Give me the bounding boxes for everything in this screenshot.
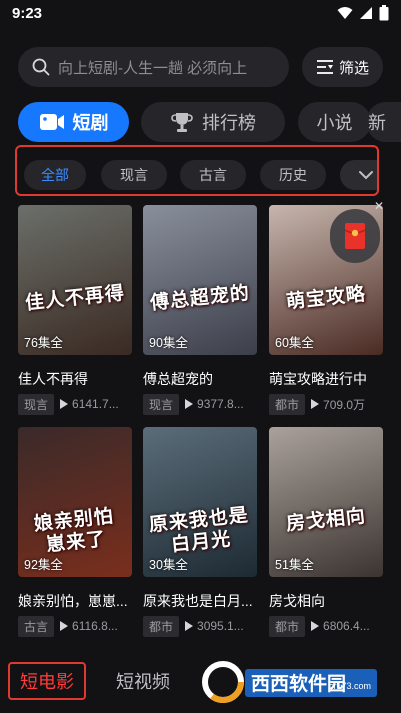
play-icon bbox=[185, 621, 194, 631]
play-count: 3095.1... bbox=[185, 619, 244, 633]
chevron-down-icon bbox=[359, 171, 373, 180]
search-input[interactable]: 向上短剧-人生一趟 必须向上 bbox=[18, 47, 289, 87]
search-icon bbox=[32, 58, 50, 76]
play-icon bbox=[311, 399, 320, 409]
drama-meta: 都市 3095.1... bbox=[143, 615, 257, 637]
genre-tag: 现言 bbox=[143, 393, 180, 415]
drama-meta: 现言 6141.7... bbox=[18, 393, 132, 415]
category-tabs: 短剧 排行榜 小说 新 bbox=[18, 102, 401, 142]
nav-short-video[interactable]: 短视频 bbox=[104, 662, 182, 700]
chip-history[interactable]: 历史 bbox=[260, 160, 326, 190]
wifi-icon bbox=[337, 7, 353, 19]
tab-label: 排行榜 bbox=[202, 113, 256, 133]
episode-count: 90集全 bbox=[149, 336, 188, 350]
filter-button[interactable]: 筛选 bbox=[302, 47, 383, 87]
tab-novel[interactable]: 小说 bbox=[298, 102, 371, 142]
drama-title[interactable]: 萌宝攻略进行中 bbox=[269, 369, 383, 389]
drama-poster[interactable]: 娘亲别怕 崽来了 92集全 bbox=[18, 427, 132, 577]
status-bar: 9:23 bbox=[0, 0, 401, 28]
watermark-site: cr173.com bbox=[329, 681, 371, 691]
play-count: 6141.7... bbox=[60, 397, 119, 411]
drama-title[interactable]: 房戈相向 bbox=[269, 591, 383, 611]
tab-label: 新 bbox=[368, 113, 386, 133]
play-count-value: 6116.8... bbox=[72, 619, 118, 633]
tab-ranking[interactable]: 排行榜 bbox=[141, 102, 285, 142]
play-count: 6806.4... bbox=[311, 619, 370, 633]
genre-tag: 都市 bbox=[269, 393, 306, 415]
play-count: 6116.8... bbox=[60, 619, 118, 633]
poster-title-art: 原来我也是白月光 bbox=[147, 503, 250, 557]
poster-title-art: 佳人不再得 bbox=[24, 281, 126, 315]
tab-short-drama[interactable]: 短剧 bbox=[18, 102, 129, 142]
watermark-logo: 西西软件园 cr173.com bbox=[202, 661, 377, 703]
nav-short-film[interactable]: 短电影 bbox=[8, 662, 86, 700]
drama-meta: 古言 6116.8... bbox=[18, 615, 132, 637]
drama-meta: 都市 709.0万 bbox=[269, 393, 383, 415]
drama-poster[interactable]: 原来我也是白月光 30集全 bbox=[143, 427, 257, 577]
tab-label: 短剧 bbox=[72, 113, 109, 133]
tab-new[interactable]: 新 bbox=[366, 102, 401, 142]
genre-filter-bar: 全部 现言 古言 历史 bbox=[15, 145, 379, 196]
drama-meta: 现言 9377.8... bbox=[143, 393, 257, 415]
status-time: 9:23 bbox=[12, 5, 43, 22]
poster-title-art: 房戈相向 bbox=[285, 504, 367, 536]
drama-title[interactable]: 娘亲别怕，崽崽... bbox=[18, 591, 132, 611]
trophy-icon bbox=[171, 113, 193, 132]
play-count-value: 6806.4... bbox=[323, 619, 370, 633]
play-count-value: 709.0万 bbox=[323, 397, 366, 412]
play-icon bbox=[185, 399, 194, 409]
episode-count: 30集全 bbox=[149, 558, 188, 572]
filter-label: 筛选 bbox=[338, 59, 369, 77]
poster-title-art: 傅总超宠的 bbox=[149, 281, 251, 315]
play-icon bbox=[60, 621, 69, 631]
tab-label: 小说 bbox=[316, 113, 353, 133]
play-count-value: 3095.1... bbox=[197, 619, 244, 633]
episode-count: 92集全 bbox=[24, 558, 63, 572]
play-count: 9377.8... bbox=[185, 397, 244, 411]
expand-genres-button[interactable] bbox=[340, 160, 377, 190]
drama-title[interactable]: 佳人不再得 bbox=[18, 369, 132, 389]
chip-ancient-romance[interactable]: 古言 bbox=[180, 160, 246, 190]
filter-icon bbox=[316, 60, 333, 74]
drama-poster[interactable]: 房戈相向 51集全 bbox=[269, 427, 383, 577]
chip-all[interactable]: 全部 bbox=[24, 160, 86, 190]
poster-title-art: 娘亲别怕 崽来了 bbox=[32, 504, 115, 557]
drama-title[interactable]: 傅总超宠的 bbox=[143, 369, 257, 389]
poster-title-art: 萌宝攻略 bbox=[285, 282, 367, 314]
drama-title[interactable]: 原来我也是白月... bbox=[143, 591, 257, 611]
drama-poster[interactable]: 佳人不再得 76集全 bbox=[18, 205, 132, 355]
play-count: 709.0万 bbox=[311, 396, 365, 413]
play-count-value: 9377.8... bbox=[197, 397, 244, 411]
search-placeholder: 向上短剧-人生一趟 必须向上 bbox=[58, 59, 248, 77]
drama-meta: 都市 6806.4... bbox=[269, 615, 383, 637]
genre-tag: 都市 bbox=[143, 615, 180, 637]
red-envelope-icon bbox=[344, 223, 366, 249]
chip-modern-romance[interactable]: 现言 bbox=[101, 160, 167, 190]
play-icon bbox=[311, 621, 320, 631]
play-icon bbox=[60, 399, 69, 409]
red-packet-button[interactable] bbox=[330, 209, 380, 263]
genre-tag: 古言 bbox=[18, 615, 55, 637]
genre-tag: 都市 bbox=[269, 615, 306, 637]
episode-count: 51集全 bbox=[275, 558, 314, 572]
close-icon[interactable]: ✕ bbox=[372, 199, 386, 213]
signal-icon bbox=[360, 7, 372, 19]
episode-count: 60集全 bbox=[275, 336, 314, 350]
video-camera-icon bbox=[39, 114, 64, 130]
play-count-value: 6141.7... bbox=[72, 397, 119, 411]
drama-poster[interactable]: 傅总超宠的 90集全 bbox=[143, 205, 257, 355]
genre-tag: 现言 bbox=[18, 393, 55, 415]
episode-count: 76集全 bbox=[24, 336, 63, 350]
battery-icon bbox=[379, 5, 389, 21]
status-icons bbox=[337, 5, 389, 21]
